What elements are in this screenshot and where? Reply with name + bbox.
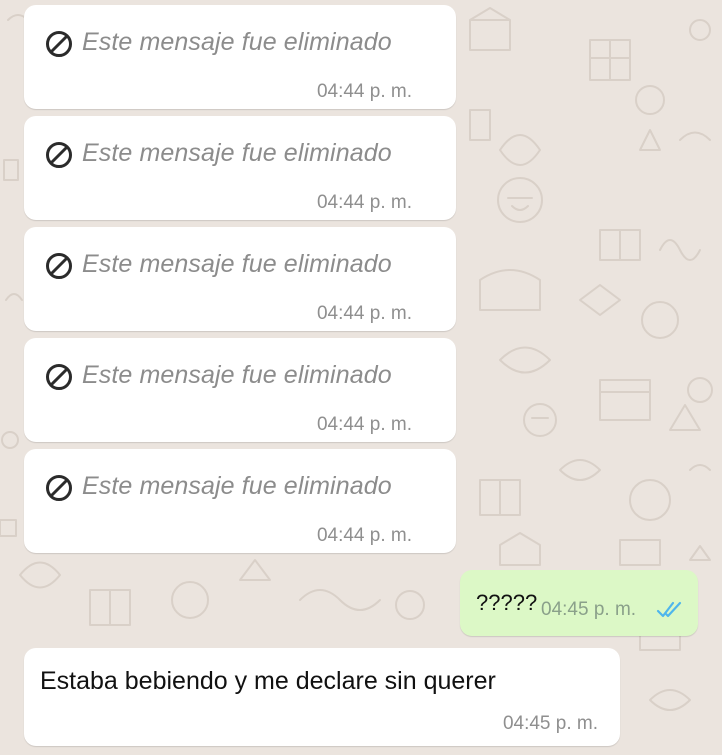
message-timestamp: 04:44 p. m. <box>316 303 412 324</box>
message-timestamp: 04:44 p. m. <box>316 81 412 102</box>
ban-icon <box>46 364 72 390</box>
message-bubble-deleted[interactable]: Este mensaje fue eliminado 04:44 p. m. <box>24 227 456 331</box>
ban-icon <box>46 475 72 501</box>
message-text: Estaba bebiendo y me declare sin querer <box>40 667 496 695</box>
deleted-message-text: Este mensaje fue eliminado <box>82 250 392 278</box>
message-bubble-deleted[interactable]: Este mensaje fue eliminado 04:44 p. m. <box>24 338 456 442</box>
message-bubble-outgoing[interactable]: ????? 04:45 p. m. <box>460 570 698 636</box>
message-timestamp: 04:45 p. m. <box>502 713 598 734</box>
ban-icon <box>46 31 72 57</box>
message-timestamp: 04:44 p. m. <box>316 525 412 546</box>
message-timestamp: 04:45 p. m. <box>541 599 637 620</box>
double-check-icon <box>656 601 682 618</box>
message-bubble-deleted[interactable]: Este mensaje fue eliminado 04:44 p. m. <box>24 116 456 220</box>
message-timestamp: 04:44 p. m. <box>316 192 412 213</box>
deleted-message-text: Este mensaje fue eliminado <box>82 139 392 167</box>
message-bubble-deleted[interactable]: Este mensaje fue eliminado 04:44 p. m. <box>24 449 456 553</box>
ban-icon <box>46 142 72 168</box>
message-text: ????? <box>476 590 538 615</box>
message-bubble-incoming[interactable]: Estaba bebiendo y me declare sin querer … <box>24 648 620 746</box>
ban-icon <box>46 253 72 279</box>
deleted-message-text: Este mensaje fue eliminado <box>82 361 392 389</box>
message-bubble-deleted[interactable]: Este mensaje fue eliminado 04:44 p. m. <box>24 5 456 109</box>
deleted-message-text: Este mensaje fue eliminado <box>82 472 392 500</box>
message-timestamp: 04:44 p. m. <box>316 414 412 435</box>
deleted-message-text: Este mensaje fue eliminado <box>82 28 392 56</box>
